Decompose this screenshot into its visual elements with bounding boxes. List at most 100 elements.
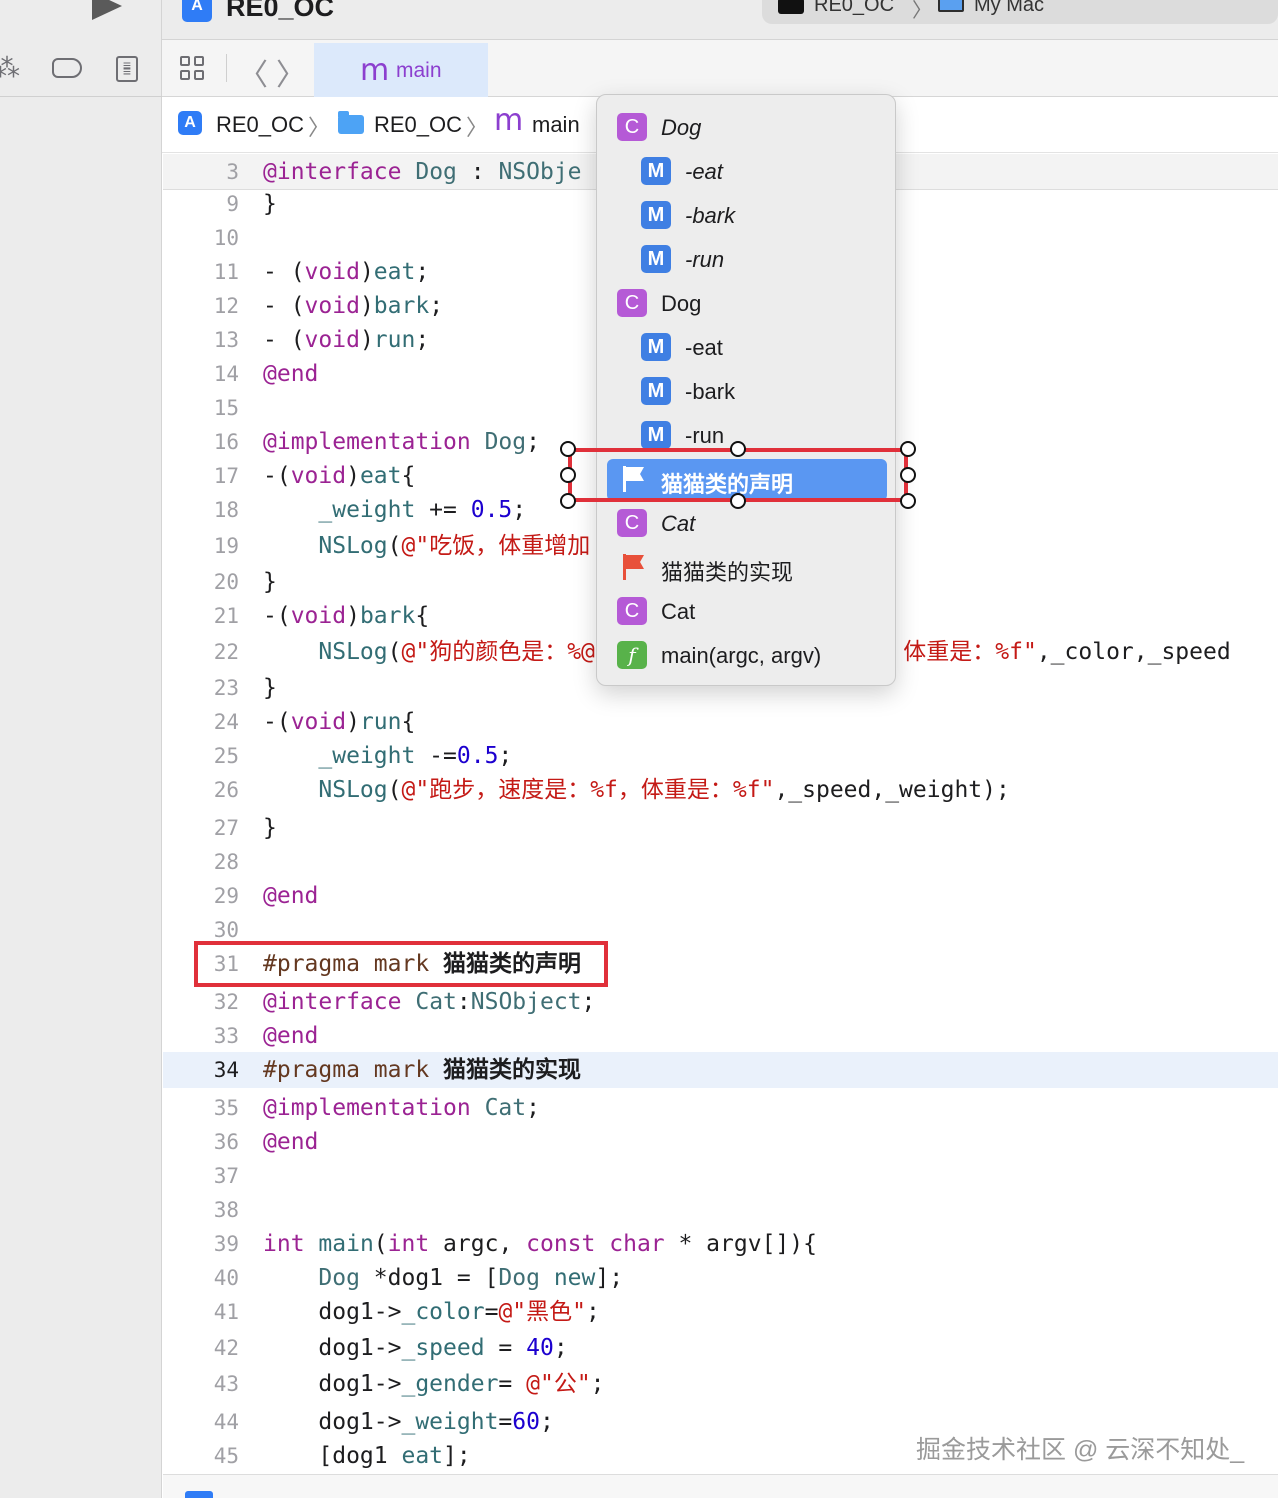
code-line[interactable]: 40 Dog *dog1 = [Dog new]; [163, 1260, 1278, 1296]
code-line[interactable]: 41 dog1->_color=@"黑色"; [163, 1294, 1278, 1330]
code-text: @implementation Cat; [263, 1090, 540, 1126]
code-text: @end [263, 1018, 318, 1054]
code-token: ]; [443, 1443, 471, 1469]
code-line[interactable]: 26 NSLog(@"跑步，速度是：%f，体重是：%f",_speed,_wei… [163, 772, 1278, 808]
back-arrow-icon[interactable]: 〈 [238, 50, 268, 94]
run-icon[interactable] [92, 0, 122, 20]
code-token: @implementation [263, 1095, 471, 1121]
code-text: int main(int argc, const char * argv[]){ [263, 1226, 817, 1262]
debug-area-toggle-icon[interactable] [185, 1491, 213, 1498]
code-text: dog1->_speed = 40; [263, 1330, 567, 1366]
code-token: @implementation [263, 429, 471, 455]
menu-item-class[interactable]: C Cat [597, 589, 897, 633]
code-token: new [553, 1265, 596, 1291]
code-token: Dog [498, 1265, 540, 1291]
menu-item-class[interactable]: C Dog [597, 105, 897, 149]
code-line[interactable]: 33 @end [163, 1018, 1278, 1054]
code-token: dog1-> [263, 1299, 402, 1325]
code-line[interactable]: 34 #pragma mark 猫猫类的实现 [163, 1052, 1278, 1088]
resize-handle [730, 441, 746, 457]
code-text: Dog *dog1 = [Dog new]; [263, 1260, 623, 1296]
code-line[interactable]: 28 [163, 844, 1278, 880]
code-token: main [318, 1231, 374, 1257]
code-text: @end [263, 1124, 318, 1160]
code-token: += [415, 497, 471, 523]
code-token: eat [359, 463, 402, 489]
line-number: 15 [213, 396, 239, 420]
menu-item-label: Cat [661, 511, 696, 536]
menu-item-method[interactable]: M -bark [597, 369, 897, 413]
breadcrumb-file[interactable]: main [532, 112, 580, 138]
code-line[interactable]: 35 @implementation Cat; [163, 1090, 1278, 1126]
list-icon[interactable]: ≡ ≡ [116, 56, 138, 82]
menu-item-mark[interactable]: 猫猫类的实现 [597, 545, 897, 589]
code-line[interactable]: 24 -(void)run{ [163, 704, 1278, 740]
code-token: void [290, 709, 347, 735]
menu-item-class[interactable]: C Dog [597, 281, 897, 325]
code-line[interactable]: 36 @end [163, 1124, 1278, 1160]
menu-item-method[interactable]: M -eat [597, 325, 897, 369]
sparkle-icon[interactable]: ⁂ [0, 54, 20, 82]
code-line[interactable]: 27} [163, 810, 1278, 846]
code-line[interactable]: 32 @interface Cat:NSObject; [163, 984, 1278, 1020]
code-token: const [526, 1231, 596, 1257]
code-text: - (void)run; [263, 322, 429, 358]
code-line[interactable]: 29 @end [163, 878, 1278, 914]
code-line[interactable]: 37 [163, 1158, 1278, 1194]
code-line[interactable]: 42 dog1->_speed = 40; [163, 1330, 1278, 1366]
line-number: 45 [213, 1444, 239, 1468]
tabbar-divider [226, 54, 227, 82]
menu-item-label: -eat [685, 335, 723, 360]
forward-arrow-icon[interactable]: 〉 [276, 50, 306, 94]
code-token: { [401, 463, 416, 489]
tag-icon[interactable] [52, 58, 82, 78]
menu-item-function[interactable]: f main(argc, argv) [597, 633, 897, 677]
code-token: @"跑步，速度是：%f，体重是：%f" [401, 777, 775, 803]
code-line[interactable]: 43 dog1->_gender= @"公"; [163, 1366, 1278, 1402]
method-badge-icon: M [641, 377, 671, 405]
line-number: 26 [213, 778, 239, 802]
menu-item-method[interactable]: M -eat [597, 149, 897, 193]
code-token: ; [526, 1095, 540, 1121]
code-token: bark [373, 293, 430, 319]
related-items-grid-icon[interactable] [180, 56, 206, 82]
line-number: 36 [213, 1130, 239, 1154]
code-line[interactable]: 38 [163, 1192, 1278, 1228]
project-title: RE0_OC [226, 0, 335, 22]
code-token: - ( [263, 327, 305, 353]
code-line[interactable]: 25 _weight -=0.5; [163, 738, 1278, 774]
code-token: Cat [415, 989, 457, 1015]
code-text: } [263, 186, 277, 222]
scheme-selector[interactable]: RE0_OC 〉 My Mac [762, 0, 1278, 24]
code-text: -(void)run{ [263, 704, 415, 740]
terminal-icon [778, 0, 804, 14]
breadcrumb-folder[interactable]: RE0_OC [374, 112, 462, 138]
code-token: _weight [318, 497, 416, 523]
tab-main[interactable]: m main [314, 43, 488, 97]
method-badge-icon: M [641, 157, 671, 185]
run-destination[interactable]: My Mac [974, 0, 1044, 17]
code-token: _speed [401, 1335, 485, 1361]
code-token: 60 [512, 1409, 540, 1435]
code-token: @interface [263, 989, 402, 1015]
breadcrumb-project[interactable]: RE0_OC [216, 112, 304, 138]
class-badge-icon: C [617, 509, 647, 537]
code-token: ( [387, 639, 402, 665]
code-token: int [263, 1231, 305, 1257]
document-items-menu[interactable]: C Dog M -eat M -bark M -run C Dog M -eat M -bark M -run… [596, 94, 896, 686]
code-text: dog1->_weight=60; [263, 1404, 553, 1440]
line-number: 32 [213, 990, 239, 1014]
code-text: -(void)eat{ [263, 458, 415, 494]
code-token: @end [263, 361, 319, 387]
menu-item-method[interactable]: M -run [597, 237, 897, 281]
objc-file-icon: m [360, 53, 390, 88]
menu-item-method[interactable]: M -bark [597, 193, 897, 237]
resize-handle [900, 493, 916, 509]
code-line[interactable]: 39 int main(int argc, const char * argv[]… [163, 1226, 1278, 1262]
menu-item-class[interactable]: C Cat [597, 501, 897, 545]
code-token: } [263, 815, 277, 841]
code-token: @end [263, 1023, 319, 1049]
code-token: @"黑色" [498, 1299, 586, 1325]
